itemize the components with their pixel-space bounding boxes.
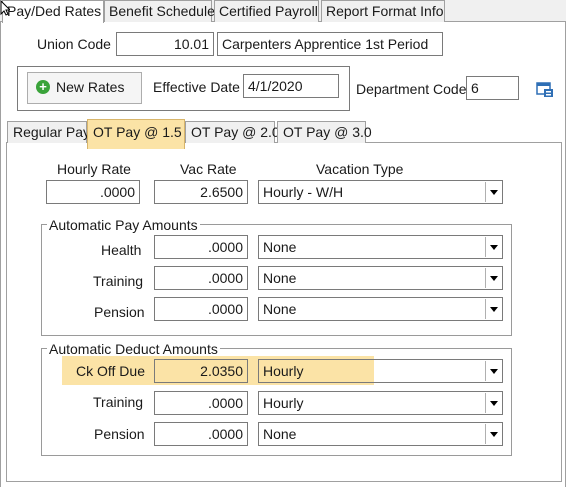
pay-training-label: Training: [93, 273, 144, 289]
deduct-ck-off-due-method: Hourly: [263, 363, 304, 379]
pay-pension-method: None: [263, 301, 297, 317]
pay-pension-method-select[interactable]: None: [258, 297, 503, 321]
deduct-training-method: Hourly: [263, 395, 304, 411]
effective-date-field[interactable]: 4/1/2020: [243, 74, 339, 98]
new-rates-label: New Rates: [56, 79, 125, 95]
effective-date-label: Effective Date: [153, 79, 240, 95]
pay-health-amount[interactable]: .0000: [154, 235, 248, 259]
tab-report-format-info[interactable]: Report Format Info: [321, 0, 445, 22]
deduct-training-method-select[interactable]: Hourly: [258, 391, 503, 415]
vacation-type-label: Vacation Type: [316, 161, 404, 177]
pay-health-method: None: [263, 239, 297, 255]
department-code-field[interactable]: 6: [466, 76, 519, 100]
chevron-down-icon[interactable]: [485, 424, 501, 444]
chevron-down-icon[interactable]: [485, 182, 501, 202]
pay-pension-label: Pension: [94, 304, 145, 320]
department-code-label: Department Code: [356, 81, 467, 97]
pay-training-method: None: [263, 270, 297, 286]
union-code-field[interactable]: 10.01: [116, 32, 214, 56]
deduct-pension-method-select[interactable]: None: [258, 422, 503, 446]
pay-training-method-select[interactable]: None: [258, 266, 503, 290]
deduct-ck-off-due-label: Ck Off Due: [76, 363, 145, 379]
hourly-rate-field[interactable]: .0000: [46, 180, 140, 204]
deduct-training-label: Training: [93, 394, 144, 410]
automatic-pay-title: Automatic Pay Amounts: [47, 217, 200, 233]
calendar-lookup-icon[interactable]: [536, 80, 554, 98]
deduct-ck-off-due-amount[interactable]: 2.0350: [154, 359, 248, 383]
vacation-type-select[interactable]: Hourly - W/H: [258, 180, 503, 204]
new-rates-button[interactable]: + New Rates: [27, 72, 142, 104]
pay-health-label: Health: [101, 242, 142, 258]
union-code-label: Union Code: [37, 36, 111, 52]
tab-benefit-schedule[interactable]: Benefit Schedule: [104, 0, 215, 22]
pay-pension-amount[interactable]: .0000: [154, 297, 248, 321]
pay-training-amount[interactable]: .0000: [154, 266, 248, 290]
vacation-type-value: Hourly - W/H: [263, 184, 344, 200]
plus-circle-icon: +: [36, 80, 50, 94]
automatic-deduct-title: Automatic Deduct Amounts: [47, 341, 220, 357]
chevron-down-icon[interactable]: [485, 393, 501, 413]
pay-health-method-select[interactable]: None: [258, 235, 503, 259]
mouse-cursor-icon: [0, 0, 10, 16]
hourly-rate-label: Hourly Rate: [57, 161, 131, 177]
chevron-down-icon[interactable]: [485, 237, 501, 257]
vac-rate-label: Vac Rate: [180, 161, 237, 177]
chevron-down-icon[interactable]: [485, 299, 501, 319]
deduct-training-amount[interactable]: .0000: [154, 391, 248, 415]
union-description-field[interactable]: Carpenters Apprentice 1st Period: [217, 32, 443, 56]
deduct-pension-amount[interactable]: .0000: [154, 422, 248, 446]
deduct-ck-off-due-method-select[interactable]: Hourly: [258, 359, 503, 383]
chevron-down-icon[interactable]: [485, 361, 501, 381]
chevron-down-icon[interactable]: [485, 268, 501, 288]
tab-regular-pay[interactable]: Regular Pay: [7, 121, 90, 143]
tab-ot-pay-3-0[interactable]: OT Pay @ 3.0: [277, 121, 372, 143]
tab-ot-pay-2-0[interactable]: OT Pay @ 2.0: [185, 121, 280, 143]
tab-certified-payroll[interactable]: Certified Payroll: [214, 0, 319, 22]
deduct-pension-method: None: [263, 426, 297, 442]
tab-ot-pay-1-5[interactable]: OT Pay @ 1.5: [87, 119, 185, 149]
deduct-pension-label: Pension: [94, 426, 145, 442]
tab-pay-ded-rates[interactable]: Pay/Ded Rates: [2, 0, 104, 23]
vac-rate-field[interactable]: 2.6500: [154, 180, 248, 204]
